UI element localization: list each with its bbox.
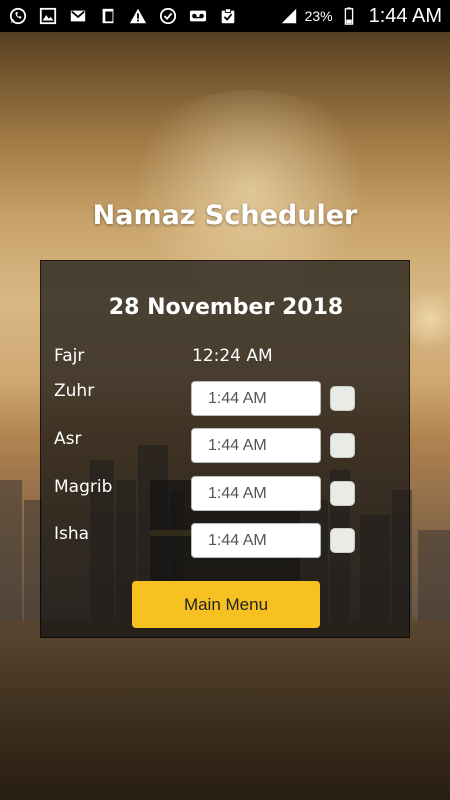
whatsapp-icon [8, 6, 28, 26]
magrib-checkbox[interactable] [330, 481, 355, 506]
zuhr-time-input[interactable]: 1:44 AM [191, 381, 321, 416]
zuhr-checkbox[interactable] [330, 386, 355, 411]
app-title: Namaz Scheduler [92, 200, 358, 231]
warning-icon [128, 6, 148, 26]
notification-icons [8, 6, 238, 26]
asr-time-input[interactable]: 1:44 AM [191, 428, 321, 463]
prayer-label-magrib: Magrib [54, 477, 113, 497]
battery-icon [339, 6, 359, 26]
asr-checkbox[interactable] [330, 433, 355, 458]
main-menu-button[interactable]: Main Menu [132, 581, 320, 628]
prayer-label-zuhr: Zuhr [54, 381, 95, 401]
current-date: 28 November 2018 [108, 295, 344, 320]
isha-checkbox[interactable] [330, 528, 355, 553]
voicemail-icon [188, 6, 208, 26]
prayer-label-fajr: Fajr [54, 346, 85, 366]
battery-percent: 23% [304, 8, 333, 24]
status-time: 1:44 AM [368, 4, 442, 27]
fajr-time: 12:24 AM [192, 346, 273, 366]
gmail-icon [68, 6, 88, 26]
status-bar: 23% 1:44 AM [0, 0, 450, 32]
magrib-time-input[interactable]: 1:44 AM [191, 476, 321, 511]
prayer-label-isha: Isha [54, 524, 90, 544]
clipboard-icon [218, 6, 238, 26]
signal-icon [279, 6, 299, 26]
check-circle-icon [158, 6, 178, 26]
isha-time-input[interactable]: 1:44 AM [191, 523, 321, 558]
water-reflection [0, 620, 450, 800]
notes-icon [98, 6, 118, 26]
schedule-panel: 28 November 2018 Fajr 12:24 AM Zuhr 1:44… [40, 260, 410, 638]
prayer-label-asr: Asr [54, 429, 82, 449]
image-icon [38, 6, 58, 26]
